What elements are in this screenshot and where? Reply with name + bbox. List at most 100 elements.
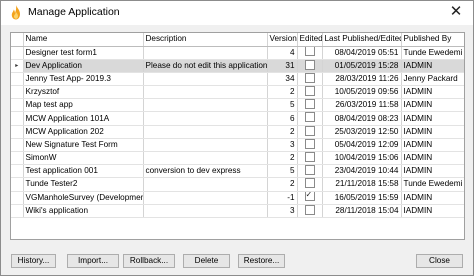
cell-description xyxy=(143,46,268,60)
table-row[interactable]: Test application 001 conversion to dev ex… xyxy=(11,164,464,179)
cell-name: Dev Application xyxy=(23,59,144,73)
cell-edited xyxy=(297,151,323,166)
row-indicator xyxy=(11,72,24,87)
cell-name: Jenny Test App- 2019.3 xyxy=(23,72,144,87)
cell-description xyxy=(143,111,268,126)
row-indicator xyxy=(11,191,24,205)
cell-version: 34 xyxy=(267,72,298,87)
close-button[interactable]: Close xyxy=(416,254,463,268)
cell-name: SimonW xyxy=(23,151,144,166)
edited-checkbox[interactable] xyxy=(304,85,315,96)
cell-published-by: IADMIN xyxy=(401,191,464,205)
edited-checkbox[interactable] xyxy=(304,112,315,123)
cell-version: 2 xyxy=(267,151,298,166)
column-header-edited[interactable]: Edited xyxy=(297,33,323,47)
cell-last-published: 21/11/2018 15:58 xyxy=(322,177,402,192)
cell-name: Wiki's application xyxy=(23,204,144,218)
cell-name: Map test app xyxy=(23,98,144,113)
column-header-last-published[interactable]: Last Published/Edited xyxy=(322,33,402,47)
applications-grid: Name Description Version Edited Last Pub… xyxy=(10,32,465,240)
cell-last-published: 10/05/2019 09:56 xyxy=(322,85,402,100)
table-row[interactable]: Krzysztof 2 10/05/2019 09:56 IADMIN xyxy=(11,85,464,100)
table-row[interactable]: MCW Application 202 2 25/03/2019 12:50 IADM… xyxy=(11,125,464,139)
cell-edited xyxy=(297,177,323,192)
rollback-button[interactable]: Rollback... xyxy=(123,254,175,268)
cell-version: 2 xyxy=(267,85,298,100)
cell-version: 2 xyxy=(267,177,298,192)
cell-last-published: 05/04/2019 12:09 xyxy=(322,138,402,153)
edited-checkbox[interactable] xyxy=(304,99,315,110)
row-indicator: ▸ xyxy=(11,59,24,73)
edited-checkbox[interactable] xyxy=(304,165,315,176)
cell-last-published: 28/03/2019 11:26 xyxy=(322,72,402,87)
cell-edited xyxy=(297,138,323,153)
edited-checkbox[interactable] xyxy=(304,46,315,57)
cell-version: 2 xyxy=(267,125,298,139)
delete-button[interactable]: Delete xyxy=(183,254,230,268)
cell-edited xyxy=(297,204,323,218)
applications-table: Name Description Version Edited Last Pub… xyxy=(11,33,464,218)
cell-version: -1 xyxy=(267,191,298,205)
cell-edited xyxy=(297,85,323,100)
edited-checkbox[interactable] xyxy=(304,151,315,162)
cell-last-published: 26/03/2019 11:58 xyxy=(322,98,402,113)
row-indicator xyxy=(11,204,24,218)
table-row[interactable]: MCW Application 101A 6 08/04/2019 08:23 IAD… xyxy=(11,111,464,126)
row-indicator xyxy=(11,164,24,179)
edited-checkbox[interactable] xyxy=(304,59,315,70)
table-row[interactable]: Jenny Test App- 2019.3 34 28/03/2019 11:26… xyxy=(11,72,464,87)
column-header-name[interactable]: Name xyxy=(23,33,144,47)
cell-description xyxy=(143,204,268,218)
table-row[interactable]: Map test app 5 26/03/2019 11:58 IADMIN xyxy=(11,98,464,113)
table-row[interactable]: Designer test form1 4 08/04/2019 05:51 Tund… xyxy=(11,46,464,60)
table-row[interactable]: Tunde Tester2 2 21/11/2018 15:58 Tunde Ewed… xyxy=(11,177,464,192)
column-header-version[interactable]: Version xyxy=(267,33,298,47)
cell-version: 3 xyxy=(267,204,298,218)
edited-checkbox[interactable] xyxy=(304,204,315,215)
table-row[interactable]: New Signature Test Form 3 05/04/2019 12:09… xyxy=(11,138,464,153)
edited-checkbox[interactable] xyxy=(304,125,315,136)
table-row[interactable]: SimonW 2 10/04/2019 15:06 IADMIN xyxy=(11,151,464,166)
cell-description xyxy=(143,72,268,87)
restore-button[interactable]: Restore... xyxy=(238,254,285,268)
cell-last-published: 10/04/2019 15:06 xyxy=(322,151,402,166)
cell-description: Please do not edit this application!! xyxy=(143,59,268,73)
cell-published-by: IADMIN xyxy=(401,111,464,126)
grid-body: Designer test form1 4 08/04/2019 05:51 Tund… xyxy=(11,46,464,218)
cell-name: Test application 001 xyxy=(23,164,144,179)
edited-checkbox[interactable] xyxy=(304,72,315,83)
cell-description xyxy=(143,177,268,192)
table-row[interactable]: ▸ Dev Application Please do not edit this … xyxy=(11,59,464,73)
cell-version: 4 xyxy=(267,46,298,60)
cell-edited xyxy=(297,98,323,113)
close-window-icon[interactable]: ✕ xyxy=(448,4,464,20)
column-header-published-by[interactable]: Published By xyxy=(401,33,464,47)
row-indicator xyxy=(11,125,24,139)
cell-published-by: IADMIN xyxy=(401,98,464,113)
history-button[interactable]: History... xyxy=(11,254,56,268)
edited-checkbox[interactable] xyxy=(304,138,315,149)
cell-name: Krzysztof xyxy=(23,85,144,100)
row-indicator xyxy=(11,177,24,192)
cell-edited xyxy=(297,59,323,73)
cell-name: New Signature Test Form xyxy=(23,138,144,153)
cell-last-published: 23/04/2019 10:44 xyxy=(322,164,402,179)
edited-checkbox[interactable] xyxy=(304,178,315,189)
table-row[interactable]: Wiki's application 3 28/11/2018 15:04 IADMI… xyxy=(11,204,464,218)
import-button[interactable]: Import... xyxy=(67,254,119,268)
cell-description xyxy=(143,125,268,139)
cell-description: conversion to dev express xyxy=(143,164,268,179)
column-header-description[interactable]: Description xyxy=(143,33,268,47)
cell-published-by: IADMIN xyxy=(401,164,464,179)
cell-published-by: Tunde Ewedemi xyxy=(401,177,464,192)
manage-application-dialog: Manage Application ✕ Name Description Ve… xyxy=(0,0,474,276)
cell-edited xyxy=(297,164,323,179)
cell-edited xyxy=(297,72,323,87)
cell-edited xyxy=(297,125,323,139)
cell-version: 5 xyxy=(267,98,298,113)
edited-checkbox[interactable] xyxy=(304,191,315,202)
table-row[interactable]: VGManholeSurvey (Development) -1 16/05/201… xyxy=(11,191,464,205)
cell-published-by: IADMIN xyxy=(401,59,464,73)
cell-published-by: Jenny Packard xyxy=(401,72,464,87)
cell-name: MCW Application 101A xyxy=(23,111,144,126)
